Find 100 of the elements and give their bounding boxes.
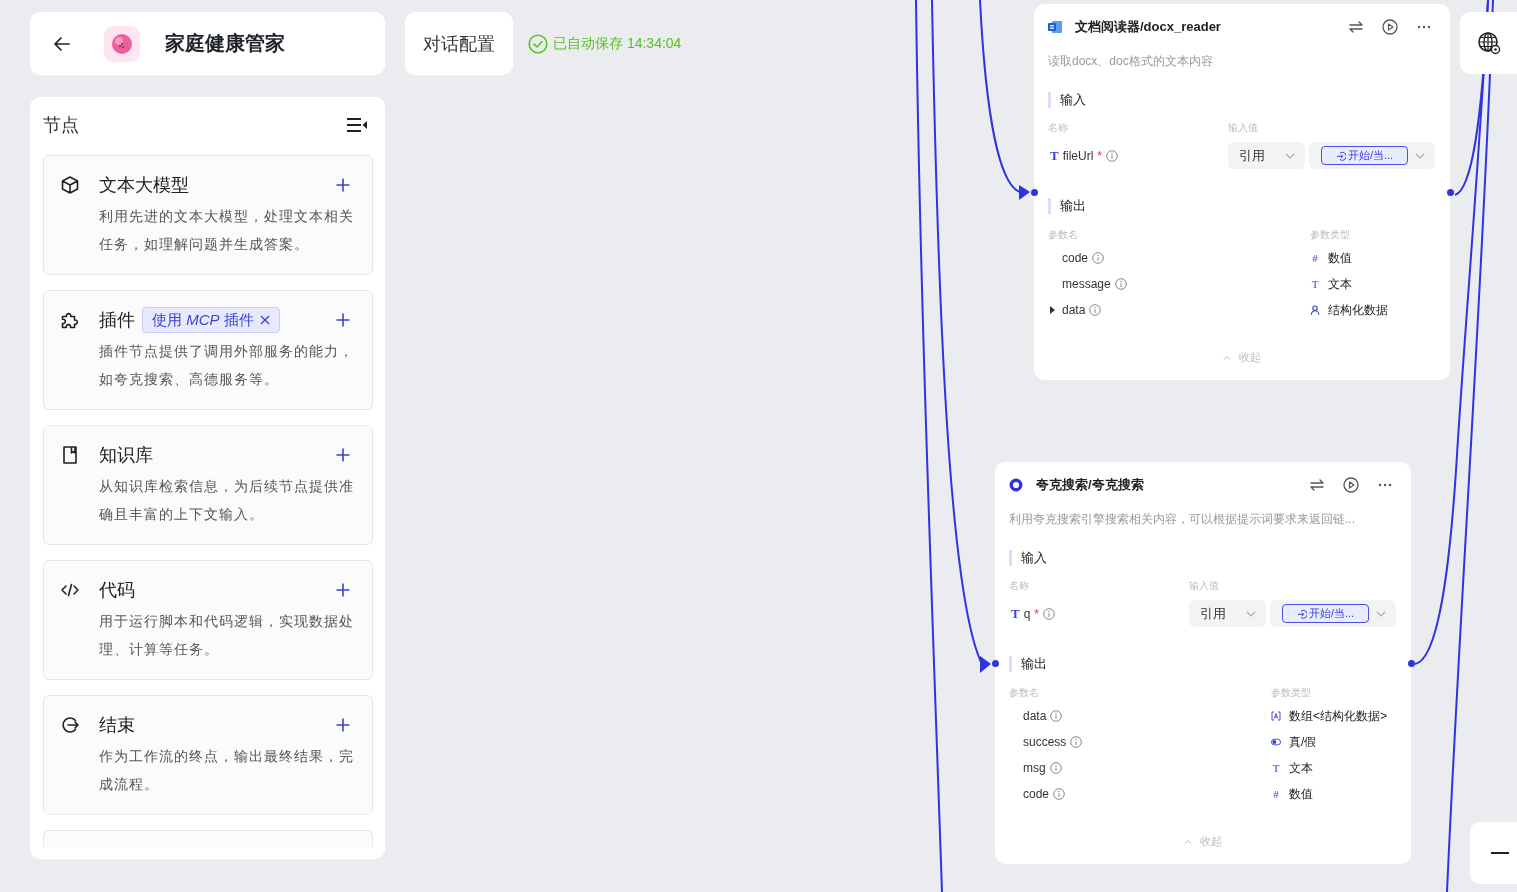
caret-right-icon[interactable]: [1050, 306, 1055, 314]
document-icon: [1048, 20, 1062, 34]
puzzle-icon: [60, 310, 80, 330]
port-dot[interactable]: [991, 659, 999, 667]
type-glyph: #: [1311, 251, 1319, 266]
required-mark: *: [1034, 606, 1040, 621]
required-mark: *: [1097, 148, 1102, 163]
play-icon[interactable]: [1343, 477, 1359, 493]
column-header: 参数名: [1009, 686, 1039, 700]
param-name: q: [1023, 606, 1031, 621]
node-card[interactable]: 代码 用于运行脚本和代码逻辑，实现数据处理、计算等任务。: [43, 560, 373, 680]
node-title: 文本大模型: [99, 174, 189, 197]
reference-tag[interactable]: 开始/当...: [1282, 604, 1369, 623]
panel-title: 节点: [43, 114, 79, 137]
info-icon[interactable]: [1070, 736, 1083, 748]
section-label: 输入: [1048, 92, 1086, 108]
value-field[interactable]: 开始/当...: [1309, 142, 1435, 169]
param-name: data: [1023, 709, 1047, 723]
param-type: 数组<结构化数据>: [1289, 707, 1387, 725]
node-title: 代码: [99, 579, 135, 602]
minus-icon: [1491, 852, 1509, 854]
port-dot[interactable]: [1446, 188, 1454, 196]
value-field[interactable]: 开始/当...: [1270, 600, 1396, 627]
config-button[interactable]: 对话配置: [405, 12, 513, 75]
mode-select[interactable]: 引用: [1228, 142, 1305, 169]
param-name: fileUrl: [1062, 148, 1094, 163]
section-label: 输入: [1009, 550, 1047, 566]
plugin-tag[interactable]: 使用 MCP 插件: [142, 307, 280, 333]
plus-icon[interactable]: [336, 718, 350, 732]
chevron-up-icon: [1223, 354, 1231, 360]
enter-icon: [1335, 150, 1346, 161]
info-icon[interactable]: [1043, 607, 1056, 620]
section-label: 输出: [1009, 656, 1047, 672]
check-circle-icon: [528, 33, 548, 54]
play-icon[interactable]: [1382, 19, 1398, 35]
cube-icon: [60, 175, 80, 195]
param-name: data: [1062, 303, 1086, 317]
app-title: 家庭健康管家: [165, 31, 285, 56]
column-header: 输入值: [1228, 121, 1258, 135]
reference-tag[interactable]: 开始/当...: [1321, 146, 1408, 165]
param-name: message: [1062, 277, 1111, 291]
node-card[interactable]: 结束 作为工作流的终点，输出最终结果，完成流程。: [43, 695, 373, 815]
chevron-down-icon: [1285, 152, 1295, 159]
node-description: 作为工作流的终点，输出最终结果，完成流程。: [99, 747, 355, 794]
node-title: 夸克搜索/夸克搜索: [1036, 476, 1144, 494]
info-icon[interactable]: [1092, 252, 1105, 264]
plus-icon[interactable]: [336, 448, 350, 462]
port-dot[interactable]: [1407, 659, 1415, 667]
close-icon[interactable]: [259, 315, 270, 325]
collapse-menu-icon[interactable]: [346, 117, 368, 133]
column-header: 名称: [1048, 121, 1068, 135]
section-label: 输出: [1048, 198, 1086, 214]
node-title: 结束: [99, 714, 135, 737]
param-type: 文本: [1328, 275, 1352, 293]
swap-icon[interactable]: [1348, 19, 1364, 35]
port-dot[interactable]: [1030, 188, 1038, 196]
info-icon[interactable]: [1053, 788, 1066, 800]
save-status: 已自动保存 14:34:04: [553, 34, 682, 53]
plus-icon[interactable]: [336, 313, 350, 327]
column-header: 参数名: [1048, 228, 1078, 242]
node-title: 插件: [99, 309, 135, 332]
plus-icon[interactable]: [336, 178, 350, 192]
ring-icon: [1009, 478, 1023, 492]
type-glyph: T: [1310, 277, 1320, 292]
node-description: 读取docx、doc格式的文本内容: [1048, 53, 1213, 69]
column-header: 名称: [1009, 579, 1029, 593]
column-header: 输入值: [1189, 579, 1219, 593]
info-icon[interactable]: [1106, 149, 1118, 162]
node-card[interactable]: 知识库 从知识库检索信息，为后续节点提供准确且丰富的上下文输入。: [43, 425, 373, 545]
mode-select[interactable]: 引用: [1189, 600, 1266, 627]
person-icon: [1310, 305, 1320, 315]
brackets-icon: [1271, 711, 1281, 721]
param-name: msg: [1023, 761, 1046, 775]
param-type: 数值: [1328, 249, 1352, 267]
node-description: 用于运行脚本和代码逻辑，实现数据处理、计算等任务。: [99, 612, 355, 659]
plus-icon[interactable]: [336, 583, 350, 597]
node-card[interactable]: 插件 使用 MCP 插件 插件节点提供了调用外部服务的能力，如夸克搜索、高德服务等。: [43, 290, 373, 410]
info-icon[interactable]: [1049, 762, 1062, 774]
info-icon[interactable]: [1114, 278, 1127, 290]
exit-icon: [60, 715, 80, 735]
node-card[interactable]: 文本大模型 利用先进的文本大模型，处理文本相关任务，如理解问题并生成答案。: [43, 155, 373, 275]
enter-icon: [1296, 608, 1307, 619]
globe-button[interactable]: [1460, 12, 1517, 74]
chevron-down-icon: [1246, 610, 1256, 617]
node-description: 利用先进的文本大模型，处理文本相关任务，如理解问题并生成答案。: [99, 207, 355, 254]
param-name: code: [1023, 787, 1050, 801]
param-name: success: [1023, 735, 1067, 749]
node-description: 插件节点提供了调用外部服务的能力，如夸克搜索、高德服务等。: [99, 342, 355, 389]
type-glyph: T: [1050, 147, 1059, 164]
node-description: 利用夸克搜索引擎搜索相关内容，可以根据提示词要求来返回链...: [1009, 511, 1355, 527]
globe-gear-icon: [1477, 31, 1501, 55]
info-icon[interactable]: [1089, 304, 1102, 316]
info-icon[interactable]: [1050, 710, 1063, 722]
param-type: 真/假: [1289, 733, 1317, 751]
type-glyph: T: [1271, 761, 1281, 776]
toggle-icon: [1271, 737, 1281, 747]
swap-icon[interactable]: [1309, 477, 1325, 493]
param-type: 结构化数据: [1328, 301, 1388, 319]
book-icon: [60, 445, 80, 465]
chevron-up-icon: [1184, 838, 1192, 844]
